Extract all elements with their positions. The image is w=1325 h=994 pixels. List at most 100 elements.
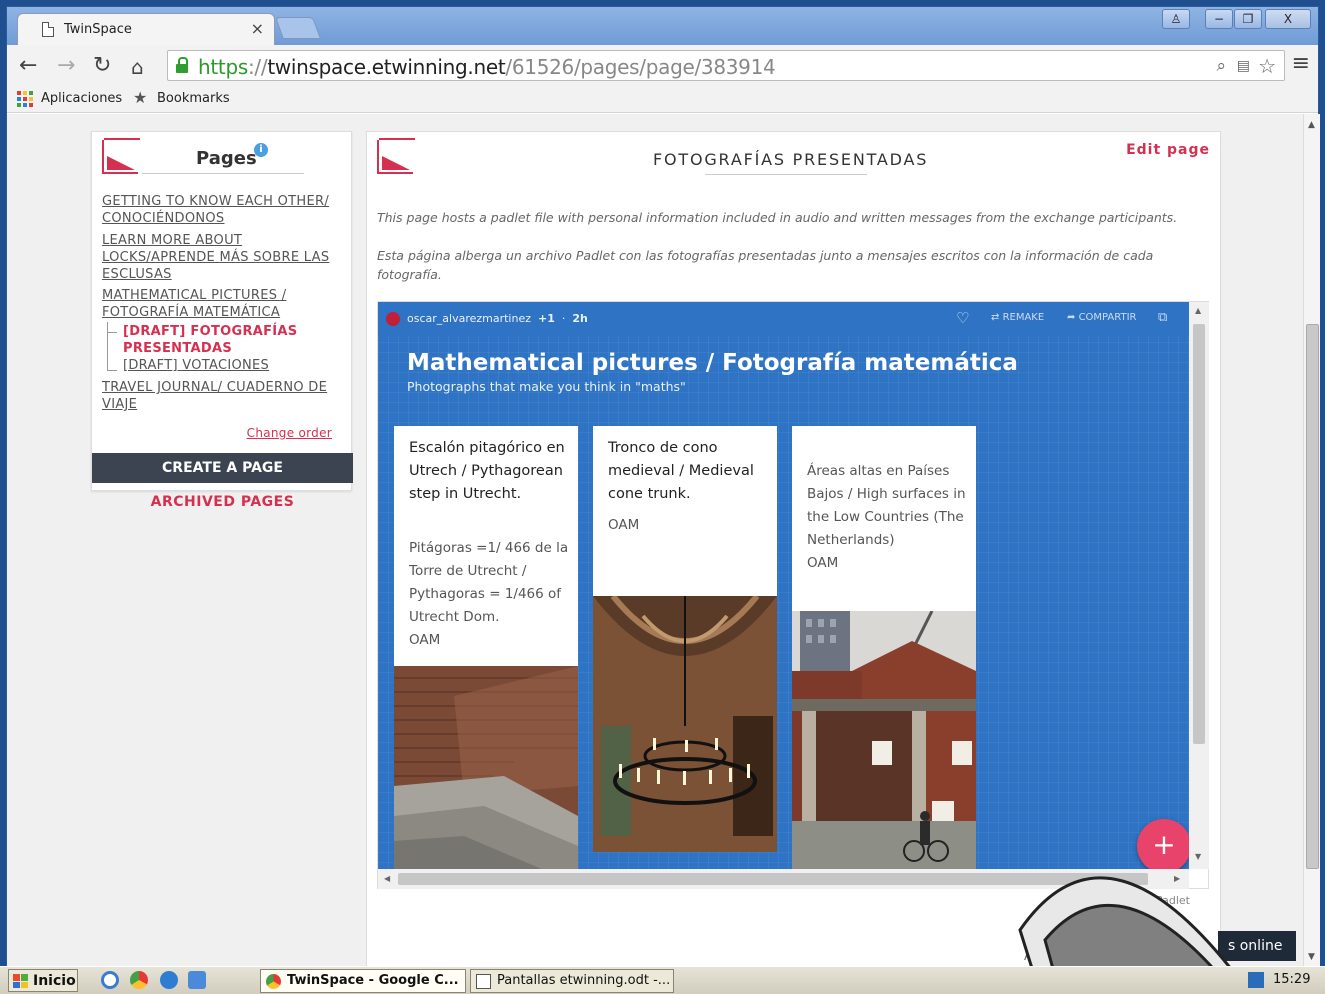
padlet-topbar: oscar_alvarezmartinez +1 · 2h ♡ ⇄ REMAKE… — [378, 302, 1189, 336]
edit-page-link[interactable]: Edit page — [1126, 142, 1210, 158]
close-tab-icon[interactable]: × — [251, 19, 264, 38]
tree-branch — [107, 332, 117, 333]
browser-window: TwinSpace × ♙ − ❐ X ← → ↻ ⌂ https://twin… — [6, 6, 1320, 967]
page-scrollbar[interactable]: ▲ ▼ — [1303, 114, 1320, 967]
zoom-icon[interactable]: ⌕ — [1216, 56, 1226, 76]
remake-button[interactable]: ⇄ REMAKE — [991, 312, 1044, 323]
avatar — [386, 312, 400, 326]
divider — [142, 173, 304, 174]
page-title: FOTOGRAFÍAS PRESENTADAS — [653, 150, 929, 169]
tab-title: TwinSpace — [64, 22, 132, 37]
bookmark-star-icon: ★ — [133, 88, 148, 107]
scroll-right-icon[interactable]: ▶ — [1174, 874, 1180, 883]
scroll-up-icon[interactable]: ▲ — [1308, 120, 1315, 130]
padlet-title: Mathematical pictures / Fotografía matem… — [407, 350, 1018, 376]
padlet-author[interactable]: oscar_alvarezmartinez +1 · 2h — [407, 312, 588, 325]
padlet-subtitle: Photographs that make you think in "math… — [407, 379, 686, 394]
padlet-horizontal-scrollbar[interactable]: ◀ ▶ — [378, 869, 1189, 889]
apps-icon — [17, 91, 33, 107]
post-photo-chandelier[interactable] — [593, 596, 777, 852]
sidebar-item-fotografias-presentadas[interactable]: [DRAFT] FOTOGRAFÍAS PRESENTADAS — [123, 323, 303, 357]
scroll-down-icon[interactable]: ▼ — [1308, 952, 1315, 962]
pages-heading: Pages — [196, 148, 257, 169]
browser-toolbar: ← → ↻ ⌂ https://twinspace.etwinning.net/… — [7, 45, 1318, 85]
pages-sidebar: Pages i GETTING TO KNOW EACH OTHER/ CONO… — [91, 131, 353, 510]
scroll-up-icon[interactable]: ▲ — [1195, 306, 1201, 315]
heart-icon[interactable]: ♡ — [956, 309, 969, 327]
tab-twinspace[interactable]: TwinSpace × — [17, 13, 275, 45]
menu-icon[interactable]: ≡ — [1292, 51, 1310, 76]
quicklaunch-chrome-icon[interactable] — [130, 971, 148, 989]
scroll-thumb[interactable] — [1306, 324, 1319, 869]
archived-pages-link[interactable]: ARCHIVED PAGES — [92, 494, 353, 510]
twinspace-logo-icon — [102, 138, 140, 174]
post-photo-buildings[interactable] — [792, 611, 976, 869]
description-spanish: Esta página alberga un archivo Padlet co… — [377, 248, 1154, 282]
star-icon[interactable]: ☆ — [1258, 54, 1276, 78]
padlet-post[interactable]: Escalón pitagórico en Utrech / Pythagore… — [394, 426, 578, 869]
sidebar-item-votaciones[interactable]: [DRAFT] VOTACIONES — [123, 357, 359, 374]
share-button[interactable]: ➦ COMPARTIR — [1067, 312, 1137, 323]
tab-strip: TwinSpace × ♙ − ❐ X — [7, 7, 1318, 45]
apps-link[interactable]: Aplicaciones — [41, 91, 122, 106]
tree-line — [107, 322, 108, 370]
divider — [705, 174, 867, 175]
post-author: OAM — [409, 632, 441, 648]
close-window-button[interactable]: X — [1265, 9, 1311, 29]
scroll-down-icon[interactable]: ▼ — [1195, 852, 1201, 861]
forward-icon[interactable]: → — [57, 53, 75, 78]
info-icon[interactable]: i — [254, 143, 268, 157]
new-tab-button[interactable] — [274, 17, 322, 39]
chrome-icon — [266, 974, 281, 989]
padlet-embed: oscar_alvarezmartinez +1 · 2h ♡ ⇄ REMAKE… — [377, 301, 1209, 907]
create-page-button[interactable]: CREATE A PAGE — [92, 453, 353, 483]
back-icon[interactable]: ← — [19, 53, 37, 78]
padlet-footer[interactable]: Made with Padlet — [1096, 894, 1190, 907]
task-odt-document[interactable]: Pantallas etwinning.odt -... — [470, 969, 674, 993]
translate-icon[interactable]: ▤ — [1237, 58, 1250, 74]
post-author: OAM — [608, 517, 640, 533]
clock: 15:29 — [1273, 972, 1311, 987]
online-users-button[interactable]: s online — [1218, 931, 1296, 961]
minimize-button[interactable]: − — [1205, 9, 1233, 29]
user-icon[interactable]: ♙ — [1162, 9, 1190, 29]
change-order-link[interactable]: Change order — [247, 426, 332, 440]
padlet-post[interactable]: Tronco de cono medieval / Medieval cone … — [593, 426, 777, 852]
page-content: FOTOGRAFÍAS PRESENTADAS Edit page This p… — [366, 131, 1221, 967]
scroll-thumb[interactable] — [1193, 324, 1205, 744]
reload-icon[interactable]: ↻ — [93, 53, 111, 78]
quicklaunch-ie-icon[interactable] — [101, 971, 119, 989]
page-icon — [42, 22, 54, 37]
tree-branch — [107, 370, 117, 371]
scroll-left-icon[interactable]: ◀ — [384, 874, 390, 883]
sidebar-item-travel-journal[interactable]: TRAVEL JOURNAL/ CUADERNO DE VIAJE — [102, 379, 338, 413]
taskbar: Inicio TwinSpace - Google C... Pantallas… — [0, 966, 1325, 994]
sidebar-item-getting-to-know[interactable]: GETTING TO KNOW EACH OTHER/ CONOCIÉNDONO… — [102, 193, 338, 227]
post-author: OAM — [807, 555, 839, 571]
lock-icon — [176, 57, 188, 73]
post-body: Áreas altas en Países Bajos / High surfa… — [807, 463, 966, 548]
bookmarks-bar: Aplicaciones ★ Bookmarks — [7, 85, 1318, 113]
open-external-icon[interactable]: ⧉ — [1158, 310, 1167, 325]
url-text: https://twinspace.etwinning.net/61526/pa… — [198, 55, 776, 79]
padlet-vertical-scrollbar[interactable]: ▲ ▼ — [1189, 302, 1209, 869]
quicklaunch-ie-blue-icon[interactable] — [160, 971, 178, 989]
tray-network-icon[interactable] — [1248, 972, 1264, 988]
scroll-thumb[interactable] — [398, 873, 1148, 885]
post-photo-step[interactable] — [394, 666, 578, 869]
padlet-post[interactable]: Áreas altas en Países Bajos / High surfa… — [792, 426, 976, 869]
padlet-wall: oscar_alvarezmartinez +1 · 2h ♡ ⇄ REMAKE… — [378, 302, 1189, 869]
add-post-button[interactable]: + — [1137, 819, 1189, 869]
document-icon — [476, 974, 491, 989]
sidebar-item-locks[interactable]: LEARN MORE ABOUT LOCKS/APRENDE MÁS SOBRE… — [102, 232, 338, 283]
restore-button[interactable]: ❐ — [1234, 9, 1262, 29]
sidebar-item-mathematical-pictures[interactable]: MATHEMATICAL PICTURES / FOTOGRAFÍA MATEM… — [102, 287, 338, 321]
post-title: Escalón pitagórico en Utrech / Pythagore… — [409, 440, 565, 502]
quicklaunch-app-icon[interactable] — [188, 971, 206, 989]
bookmarks-folder[interactable]: Bookmarks — [157, 91, 230, 106]
home-icon[interactable]: ⌂ — [131, 55, 144, 79]
task-twinspace-chrome[interactable]: TwinSpace - Google C... — [260, 969, 466, 993]
post-body: Pitágoras =1/ 466 de la Torre de Utrecht… — [409, 540, 569, 625]
start-button[interactable]: Inicio — [8, 969, 78, 992]
address-bar[interactable]: https://twinspace.etwinning.net/61526/pa… — [167, 50, 1285, 81]
